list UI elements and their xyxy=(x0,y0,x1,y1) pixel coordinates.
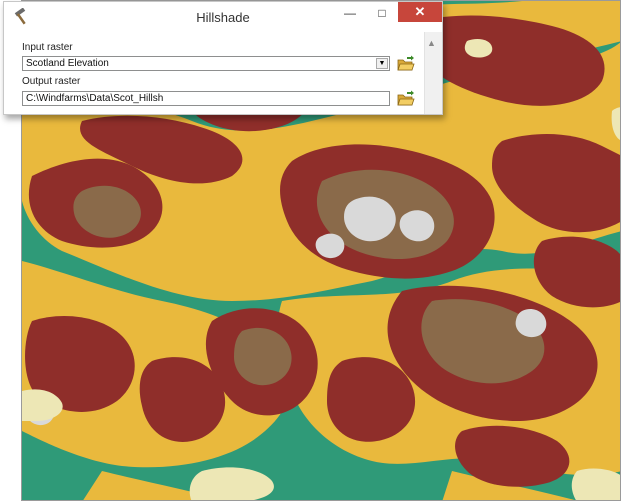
output-raster-field[interactable]: C:\Windfarms\Data\Scot_Hillsh xyxy=(22,91,390,106)
output-raster-label: Output raster xyxy=(22,76,81,87)
dropdown-arrow-icon[interactable]: ▼ xyxy=(376,58,388,69)
hillshade-dialog: Hillshade — □ ✕ Input raster Scotland El… xyxy=(3,1,443,115)
close-icon: ✕ xyxy=(414,4,426,19)
output-raster-browse-button[interactable] xyxy=(396,90,416,108)
vertical-scrollbar[interactable]: ▲ xyxy=(424,32,442,114)
folder-open-icon xyxy=(397,90,415,106)
minimize-button[interactable]: — xyxy=(335,2,365,24)
scroll-up-icon[interactable]: ▲ xyxy=(427,38,436,48)
folder-open-icon xyxy=(397,55,415,71)
dialog-body: Input raster Scotland Elevation ▼ Output… xyxy=(12,31,420,111)
maximize-button[interactable]: □ xyxy=(367,2,397,24)
close-button[interactable]: ✕ xyxy=(398,2,442,22)
output-raster-value: C:\Windfarms\Data\Scot_Hillsh xyxy=(26,93,164,104)
input-raster-browse-button[interactable] xyxy=(396,55,416,73)
maximize-icon: □ xyxy=(378,6,386,20)
minimize-icon: — xyxy=(344,6,356,20)
input-raster-value: Scotland Elevation xyxy=(26,58,109,69)
input-raster-dropdown[interactable]: Scotland Elevation ▼ xyxy=(22,56,390,71)
dialog-titlebar[interactable]: Hillshade — □ ✕ xyxy=(4,2,442,32)
input-raster-label: Input raster xyxy=(22,42,73,53)
